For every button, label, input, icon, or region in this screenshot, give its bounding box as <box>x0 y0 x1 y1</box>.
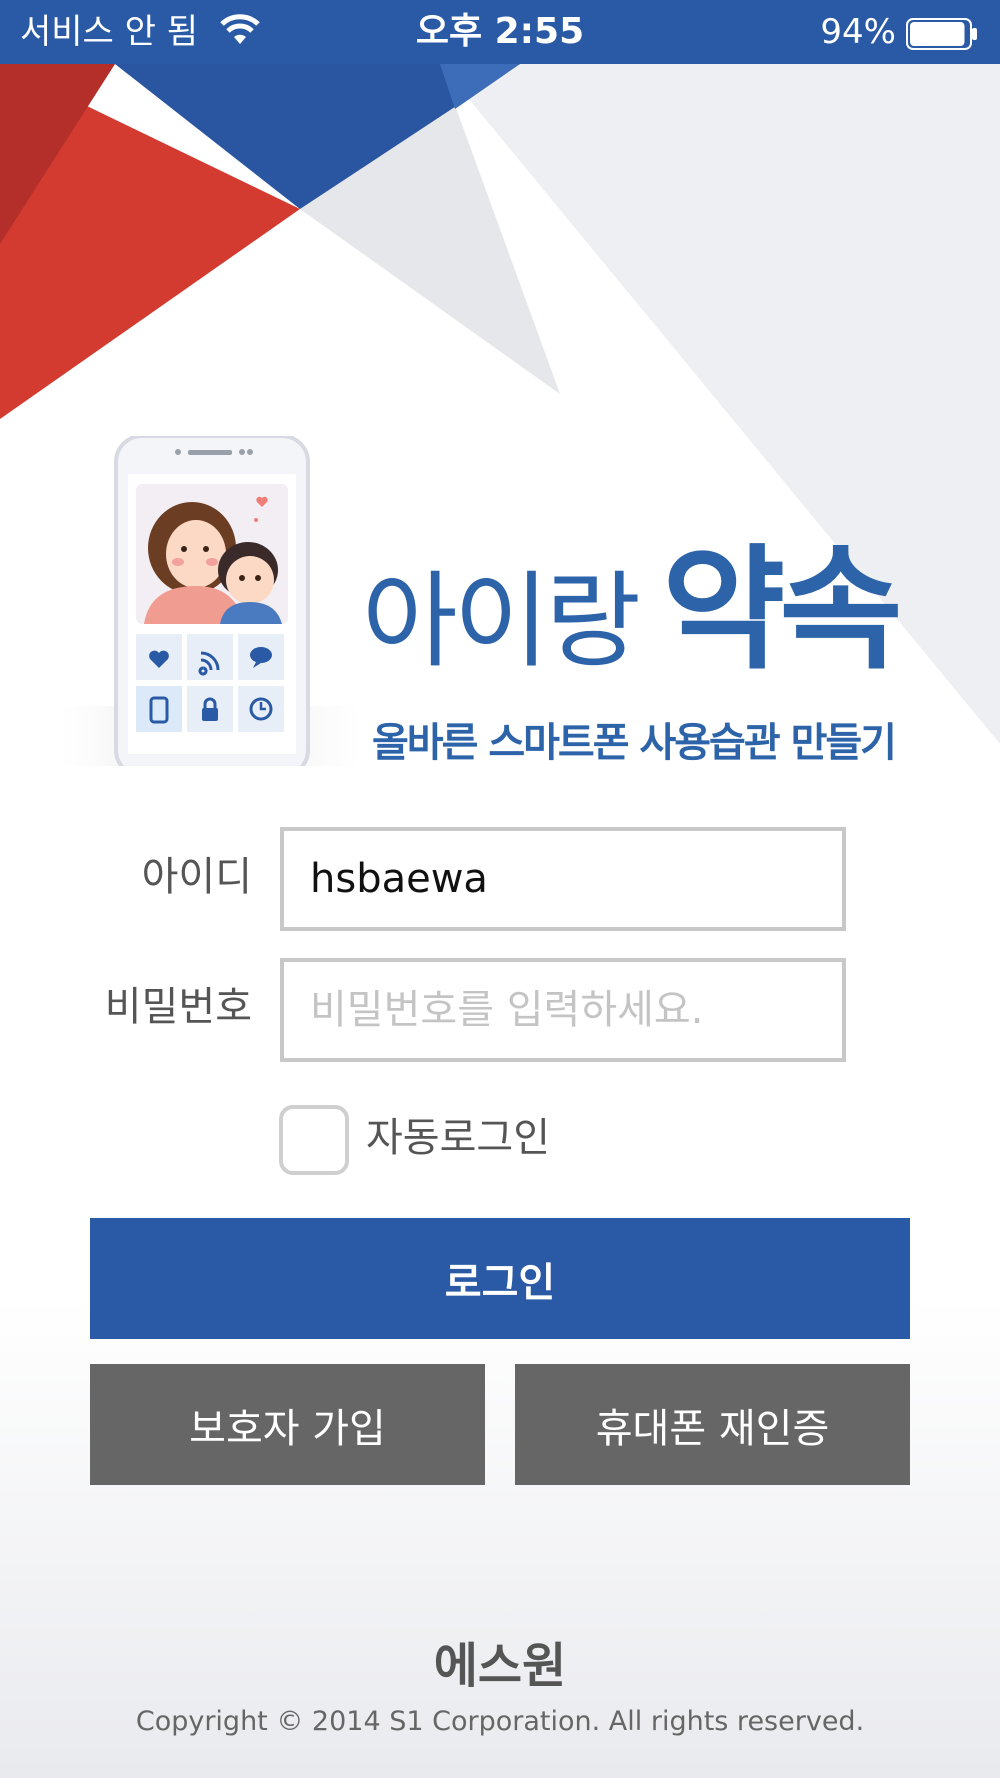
app-title-bold: 약속 <box>662 532 903 688</box>
password-input[interactable] <box>280 958 846 1062</box>
id-input[interactable] <box>280 827 846 931</box>
app-title: 아이랑 약속 <box>362 540 922 720</box>
guardian-signup-button[interactable]: 보호자 가입 <box>90 1364 485 1485</box>
guardian-signup-label: 보호자 가입 <box>189 1405 386 1452</box>
auto-login-checkbox[interactable] <box>279 1105 349 1175</box>
company-logo: 에스원 <box>433 1638 567 1694</box>
phone-illustration <box>60 436 360 766</box>
phone-reauth-label: 휴대폰 재인증 <box>595 1405 830 1452</box>
app-subtitle: 올바른 스마트폰 사용습관 만들기 <box>372 720 897 766</box>
status-bar: 서비스 안 됨 오후 2:55 94% <box>0 0 1000 64</box>
app-title-light: 아이랑 <box>362 560 641 682</box>
battery-icon <box>906 18 977 50</box>
login-button-label: 로그인 <box>444 1259 556 1306</box>
auto-login-label: 자동로그인 <box>366 1115 550 1161</box>
password-label: 비밀번호 <box>104 984 252 1030</box>
battery-percent: 94% <box>820 12 896 52</box>
phone-reauth-button[interactable]: 휴대폰 재인증 <box>515 1364 910 1485</box>
id-label: 아이디 <box>141 854 252 900</box>
login-button[interactable]: 로그인 <box>90 1218 910 1339</box>
copyright-text: Copyright © 2014 S1 Corporation. All rig… <box>135 1706 865 1737</box>
